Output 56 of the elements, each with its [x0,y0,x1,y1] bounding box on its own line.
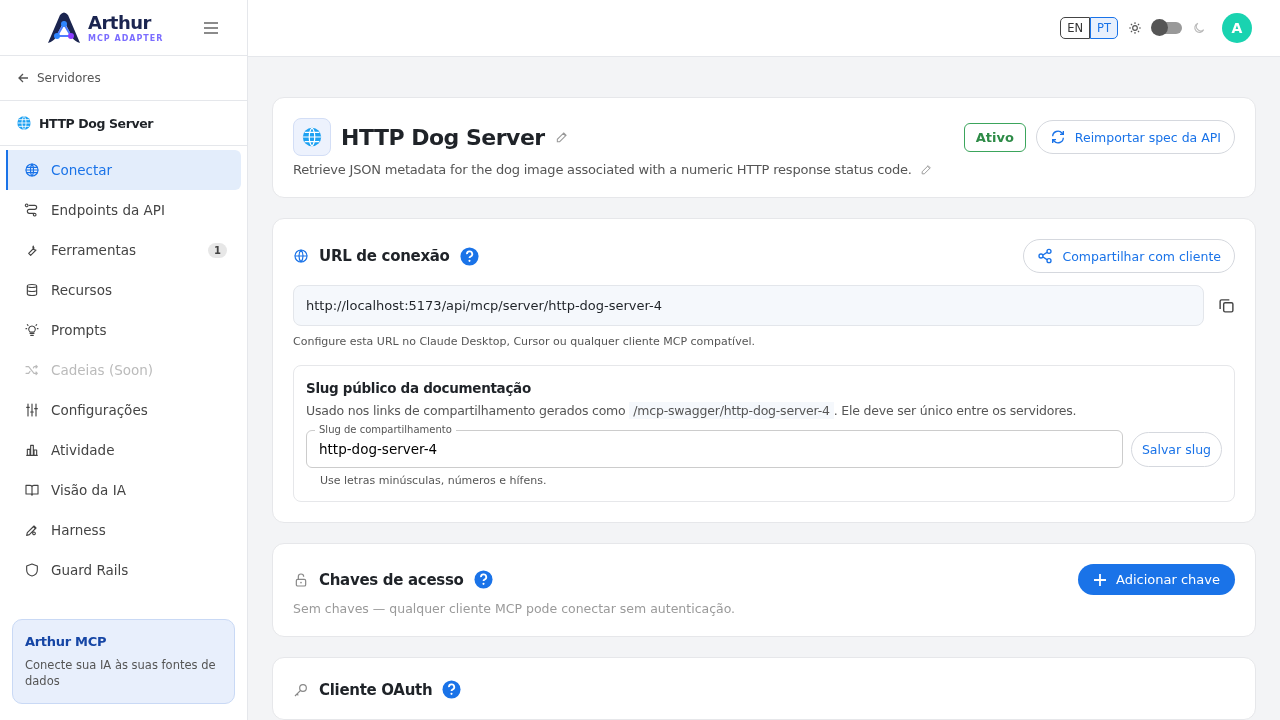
save-slug-button[interactable]: Salvar slug [1130,431,1222,467]
edit-icon[interactable] [554,130,569,144]
status-badge: Ativo [963,122,1026,152]
section-title: Cliente OAuth [319,680,433,699]
menu-icon [203,20,219,35]
nav-item[interactable]: Endpoints da API [6,190,241,230]
promo-title: Arthur MCP [25,633,108,649]
nav-item[interactable]: Harness [6,510,241,550]
theme-toggle[interactable] [1152,22,1182,34]
add-key-button[interactable]: Adicionar chave [1078,564,1235,595]
back-link[interactable]: Servidores [0,56,247,101]
url-hint: Configure esta URL no Claude Desktop, Cursor ou qualquer cliente MCP compatível. [293,335,756,348]
moon-icon [1192,21,1206,35]
share-icon [1037,248,1054,264]
promo-text: Conecte sua IA às suas fontes de dados [25,656,217,689]
nav-item[interactable]: Ferramentas 1 [6,230,241,270]
logo-tagline: MCP ADAPTER [88,35,164,43]
nav-item[interactable]: Visão da IA [6,470,241,510]
count-badge: 1 [208,242,227,258]
keys-empty-text: Sem chaves — qualquer cliente MCP pode conectar sem autenticação. [293,601,737,616]
nav-item[interactable]: Recursos [6,270,241,310]
section-title: URL de conexão [319,247,450,265]
logo-name: Arthur [88,12,153,33]
nav-item[interactable]: Prompts [6,310,241,350]
plus-icon [1093,572,1108,587]
slug-field[interactable]: Slug de compartilhamento http-dog-server-4 [306,423,1123,468]
url-field[interactable]: http://localhost:5173/api/mcp/server/http-dog-server-4 [293,285,1204,326]
language-button[interactable]: PT [1090,17,1118,39]
copy-icon[interactable] [1218,297,1235,314]
globe-icon [293,248,309,264]
slug-title: Slug público da documentação [306,380,532,396]
section-title: Chaves de acesso [319,570,464,589]
server-description: Retrieve JSON metadata for the dog image associated with a numeric HTTP response status code. [293,162,912,177]
nav-item[interactable]: Configurações [6,390,241,430]
sun-icon [1128,21,1142,35]
globe-icon [293,118,331,156]
nav-item[interactable]: Atividade [6,430,241,470]
nav-item[interactable]: Guard Rails [6,550,241,590]
lock-icon [293,571,309,588]
help-icon[interactable] [473,570,493,589]
language-button[interactable]: EN [1060,17,1091,39]
help-icon[interactable] [459,246,479,266]
field-label: Slug de compartilhamento [315,423,456,436]
arrow-left-icon [17,72,29,84]
server-name: HTTP Dog Server [39,115,153,131]
server-title: HTTP Dog Server [341,124,545,150]
nav-item[interactable]: Conectar [6,150,241,190]
reimport-button[interactable]: Reimportar spec da API [1035,120,1235,154]
edit-icon[interactable] [919,163,933,176]
help-icon[interactable] [442,680,462,699]
share-button[interactable]: Compartilhar com cliente [1023,239,1235,273]
key-icon [293,681,309,698]
slug-description: Usado nos links de compartilhamento gerados como /mcp-swagger/http-dog-server-4 . Ele deve ser único entre os servidores. [306,403,1078,418]
slug-help: Use letras minúsculas, números e hífens. [320,474,548,487]
refresh-icon [1049,129,1066,145]
globe-icon [16,115,32,131]
